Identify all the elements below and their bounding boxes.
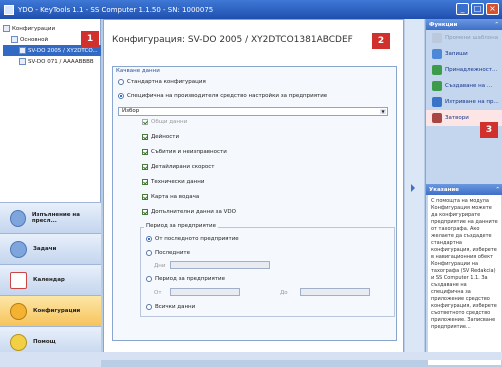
info-text: С помощта на модула Конфигурация можете …	[428, 195, 501, 365]
radio-button[interactable]	[118, 93, 124, 99]
info-panel: Указание ⌃ С помощта на модула Конфигурац…	[426, 184, 502, 365]
radio-button[interactable]	[146, 276, 152, 282]
checkbox-events[interactable]: Събития и неизправности	[142, 149, 227, 155]
navigation-panel: Изпълнение на пресл... Задачи Календар К…	[0, 202, 101, 367]
callout-badge-1: 1	[81, 31, 99, 47]
to-label: До	[280, 290, 288, 296]
period-label: Период за предприятие	[144, 223, 218, 229]
help-icon	[10, 333, 27, 351]
save-icon	[432, 49, 442, 59]
panel-splitter[interactable]	[405, 19, 424, 360]
radio-standard[interactable]: Стандартна конфигурация	[118, 79, 206, 85]
nav-item-configurations[interactable]: Конфигурации	[0, 295, 101, 326]
app-icon	[4, 4, 14, 15]
collapse-icon[interactable]: ⌃	[494, 22, 499, 28]
status-bar	[0, 352, 502, 360]
tasks-icon	[10, 240, 27, 258]
from-date-field[interactable]	[170, 288, 240, 296]
maximize-button[interactable]: □	[471, 3, 484, 15]
chevron-down-icon[interactable]: ▼	[380, 109, 386, 114]
radio-all-data[interactable]: Всички данни	[146, 304, 195, 310]
assign-icon	[432, 65, 442, 75]
main-panel: Конфигурация: SV-DO 2005 / XY2DTCO1381AB…	[103, 19, 404, 360]
device-icon	[19, 58, 26, 65]
checkbox-speed[interactable]: Детайлирани скорост	[142, 164, 215, 170]
close-icon	[432, 113, 442, 123]
callout-badge-3: 3	[480, 122, 498, 138]
right-panel: Функции ⌃ Промени шаблона Запиши Принадле…	[425, 19, 502, 365]
window-titlebar: YDO - KeyTools 1.1 - SS Computer 1.1.50 …	[0, 0, 502, 19]
to-date-field[interactable]	[300, 288, 370, 296]
from-label: От	[154, 290, 162, 296]
radio-button[interactable]	[118, 79, 124, 85]
checkbox[interactable]	[142, 164, 148, 170]
nav-item-tasks[interactable]: Задачи	[0, 233, 101, 264]
checkbox[interactable]	[142, 149, 148, 155]
delete-icon	[432, 97, 442, 107]
checkbox-general[interactable]: Общи данни	[142, 119, 187, 125]
checkbox[interactable]	[142, 119, 148, 125]
days-field[interactable]	[170, 261, 270, 269]
folder-icon	[11, 36, 18, 43]
device-icon	[19, 47, 26, 54]
checkbox[interactable]	[142, 194, 148, 200]
minimize-button[interactable]: _	[456, 3, 469, 15]
gear-icon	[10, 302, 27, 320]
checkbox-driver-card[interactable]: Карта на водача	[142, 194, 199, 200]
actions-header[interactable]: Функции ⌃	[426, 19, 502, 30]
collapse-arrow-icon[interactable]	[411, 184, 415, 192]
checkbox[interactable]	[142, 179, 148, 185]
checkbox-technical[interactable]: Технически данни	[142, 179, 204, 185]
callout-badge-2: 2	[372, 33, 390, 49]
action-create[interactable]: Създаване на ...	[426, 78, 502, 94]
clock-icon	[10, 209, 26, 227]
page-title: Конфигурация: SV-DO 2005 / XY2DTCO1381AB…	[112, 35, 353, 45]
checkbox-activities[interactable]: Дейности	[142, 134, 179, 140]
nav-item-execution[interactable]: Изпълнение на пресл...	[0, 202, 101, 233]
calendar-icon	[10, 271, 27, 289]
create-icon	[432, 81, 442, 91]
template-select[interactable]: Избор ▼	[118, 107, 388, 116]
action-assign[interactable]: Принадлежност...	[426, 62, 502, 78]
action-delete[interactable]: Изтриване на пр...	[426, 94, 502, 110]
close-button[interactable]: ×	[486, 3, 499, 15]
group-label: Качване данни	[116, 68, 160, 74]
collapse-icon[interactable]: ⌃	[495, 187, 500, 193]
action-edit-template[interactable]: Промени шаблона	[426, 30, 502, 46]
action-save[interactable]: Запиши	[426, 46, 502, 62]
template-icon	[432, 33, 442, 43]
window-title: YDO - KeyTools 1.1 - SS Computer 1.1.50 …	[18, 5, 214, 14]
radio-specific[interactable]: Специфична на производителя средство нас…	[118, 93, 327, 99]
folder-icon	[3, 25, 10, 32]
radio-last-days[interactable]: Последните	[146, 250, 190, 256]
radio-button[interactable]	[146, 250, 152, 256]
info-header[interactable]: Указание ⌃	[426, 184, 502, 195]
tree-item-second[interactable]: SV-DO 071 / AAAABBBB	[3, 56, 101, 67]
nav-item-calendar[interactable]: Календар	[0, 264, 101, 295]
radio-since-last[interactable]: От последното предприятие	[146, 236, 239, 242]
days-label: Дни	[154, 263, 166, 269]
left-panel: Конфигурации Основной SV-DO 2005 / XY2DT…	[0, 19, 101, 367]
radio-period[interactable]: Период за предприятие	[146, 276, 225, 282]
checkbox-vdo-data[interactable]: Допълнителни данни за VDO	[142, 209, 236, 215]
radio-button[interactable]	[146, 236, 152, 242]
checkbox[interactable]	[142, 209, 148, 215]
checkbox[interactable]	[142, 134, 148, 140]
radio-button[interactable]	[146, 304, 152, 310]
